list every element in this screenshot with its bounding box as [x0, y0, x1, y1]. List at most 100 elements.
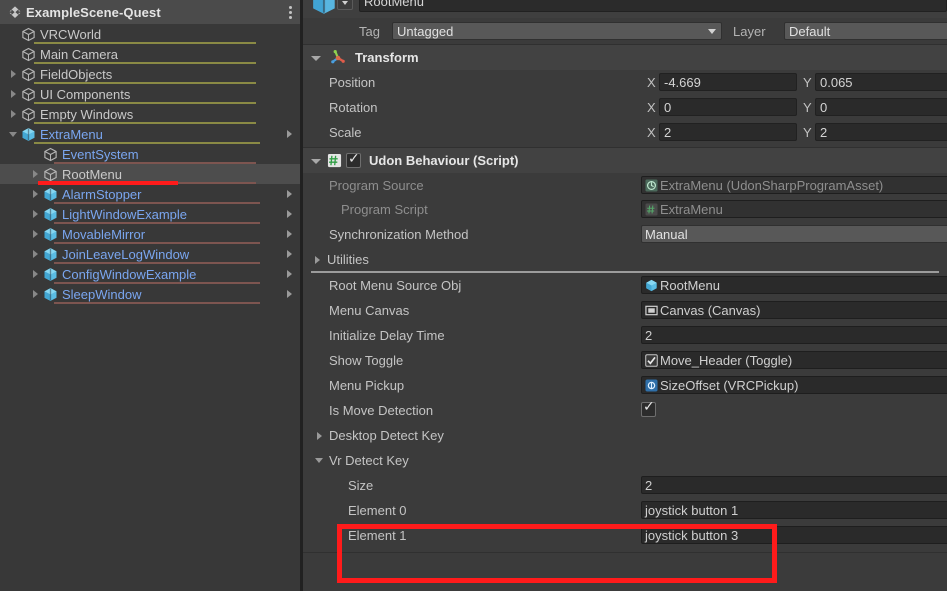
hierarchy-item-movablemirror[interactable]: MovableMirror: [0, 224, 300, 244]
chevron-right-icon[interactable]: [287, 190, 292, 198]
sync-method-row: Synchronization Method Manual: [303, 222, 947, 247]
hierarchy-item-joinleavelogwindow[interactable]: JoinLeaveLogWindow: [0, 244, 300, 264]
menu-pickup-label: Menu Pickup: [329, 378, 405, 393]
chevron-right-icon[interactable]: [315, 256, 320, 264]
transform-scale-y-input[interactable]: 2: [815, 123, 947, 141]
menu-canvas-field[interactable]: Canvas (Canvas): [641, 301, 947, 319]
sync-method-dropdown[interactable]: Manual: [641, 225, 947, 243]
array-element-0-input[interactable]: joystick button 1: [641, 501, 947, 519]
transform-scale-label: Scale: [329, 125, 362, 140]
transform-rotation-x-input[interactable]: 0: [659, 98, 797, 116]
hierarchy-item-alarmstopper[interactable]: AlarmStopper: [0, 184, 300, 204]
udon-enabled-checkbox[interactable]: [346, 151, 361, 168]
hierarchy-item-configwindowexample[interactable]: ConfigWindowExample: [0, 264, 300, 284]
hierarchy-item-sleepwindow[interactable]: SleepWindow: [0, 284, 300, 304]
gameobject-name-input[interactable]: RootMenu: [359, 0, 947, 12]
desktop-detect-key-label: Desktop Detect Key: [329, 428, 444, 443]
chevron-right-icon[interactable]: [30, 188, 42, 200]
transform-component-header[interactable]: Transform: [303, 45, 947, 70]
hierarchy-item-lightwindowexample[interactable]: LightWindowExample: [0, 204, 300, 224]
program-script-label: Program Script: [341, 202, 428, 217]
scene-header-row[interactable]: ExampleScene-Quest: [0, 0, 300, 24]
transform-scale-x-input[interactable]: 2: [659, 123, 797, 141]
program-script-field[interactable]: ExtraMenu: [641, 200, 947, 218]
chevron-right-icon[interactable]: [30, 168, 42, 180]
hierarchy-item-fieldobjects[interactable]: FieldObjects: [0, 64, 300, 84]
hierarchy-item-main-camera[interactable]: Main Camera: [0, 44, 300, 64]
hierarchy-item-empty-windows[interactable]: Empty Windows: [0, 104, 300, 124]
array-element-1-label: Element 1: [348, 528, 407, 543]
initialize-delay-time-field[interactable]: 2: [641, 326, 947, 344]
udon-property-rows: Root Menu Source Obj RootMenu Menu Canvas C…: [303, 273, 947, 423]
transform-position-y-input[interactable]: 0.065: [815, 73, 947, 91]
utilities-row[interactable]: Utilities: [303, 247, 947, 271]
chevron-down-icon[interactable]: [315, 458, 323, 463]
chevron-right-icon[interactable]: [30, 268, 42, 280]
hierarchy-panel[interactable]: ExampleScene-Quest VRCWorld Main Camera Fi…: [0, 0, 300, 591]
tag-dropdown[interactable]: Untagged: [392, 22, 722, 40]
transform-rotation-y-input[interactable]: 0: [815, 98, 947, 116]
udon-component-header[interactable]: Udon Behaviour (Script): [303, 148, 947, 173]
chevron-right-icon[interactable]: [287, 210, 292, 218]
canvas-icon: [645, 304, 658, 317]
transform-title: Transform: [355, 50, 419, 65]
program-source-field[interactable]: ExtraMenu (UdonSharpProgramAsset): [641, 176, 947, 194]
gameobject-icon: [43, 147, 58, 162]
chevron-right-icon[interactable]: [287, 230, 292, 238]
chevron-right-icon[interactable]: [30, 228, 42, 240]
hierarchy-item-extramenu[interactable]: ExtraMenu: [0, 124, 300, 144]
kebab-menu-icon[interactable]: [288, 4, 292, 20]
is-move-detection-checkbox[interactable]: [641, 399, 656, 417]
chevron-right-icon[interactable]: [30, 288, 42, 300]
transform-position-x-input[interactable]: -4.669: [659, 73, 797, 91]
layer-dropdown[interactable]: Default: [784, 22, 947, 40]
prefab-icon: [43, 207, 58, 222]
chevron-right-icon[interactable]: [8, 88, 20, 100]
menu-pickup-field[interactable]: SizeOffset (VRCPickup): [641, 376, 947, 394]
chevron-right-icon[interactable]: [287, 250, 292, 258]
transform-row-scale: Scale X 2 Y 2: [303, 120, 947, 145]
chevron-right-icon[interactable]: [30, 248, 42, 260]
chevron-right-icon[interactable]: [30, 208, 42, 220]
chevron-right-icon[interactable]: [287, 270, 292, 278]
show-toggle-label: Show Toggle: [329, 353, 404, 368]
chevron-down-icon[interactable]: [311, 52, 323, 64]
root-menu-source-obj-field[interactable]: RootMenu: [641, 276, 947, 294]
gameobject-icon: [21, 27, 36, 42]
tag-label: Tag: [359, 23, 380, 39]
hierarchy-item-vrcworld[interactable]: VRCWorld: [0, 24, 300, 44]
menu-canvas-value: Canvas (Canvas): [660, 302, 761, 318]
chevron-right-icon[interactable]: [287, 290, 292, 298]
gameobject-icon: [21, 47, 36, 62]
chevron-down-icon[interactable]: [8, 128, 20, 140]
property-row-initialize-delay-time: Initialize Delay Time 2: [303, 323, 947, 348]
chevron-right-icon[interactable]: [287, 130, 292, 138]
chevron-down-icon[interactable]: [311, 155, 323, 167]
transform-rotation-label: Rotation: [329, 100, 378, 115]
y-axis-label: Y: [803, 100, 812, 115]
vr-detect-key-row[interactable]: Vr Detect Key: [303, 448, 947, 473]
program-script-row: Program Script ExtraMenu: [303, 197, 947, 222]
udonsharp-asset-icon: [645, 178, 658, 192]
hierarchy-item-eventsystem[interactable]: EventSystem: [0, 144, 300, 164]
gameobject-enabled-checkbox[interactable]: [337, 0, 353, 10]
x-axis-label: X: [647, 100, 656, 115]
hierarchy-row-underline: [54, 302, 260, 304]
chevron-right-icon[interactable]: [8, 108, 20, 120]
gameobject-header: RootMenu: [303, 0, 947, 23]
array-element-1-input[interactable]: joystick button 3: [641, 526, 947, 544]
hierarchy-item-ui-components[interactable]: UI Components: [0, 84, 300, 104]
inspector-panel[interactable]: RootMenu Tag Untagged Layer Default Tran…: [303, 0, 947, 591]
transform-axis-icon: [329, 49, 347, 67]
array-size-input[interactable]: 2: [641, 476, 947, 494]
chevron-right-icon[interactable]: [317, 432, 322, 440]
prefab-icon: [21, 127, 36, 142]
chevron-right-icon[interactable]: [8, 68, 20, 80]
prefab-icon: [43, 287, 58, 302]
udon-script-icon: [327, 153, 342, 168]
show-toggle-field[interactable]: Move_Header (Toggle): [641, 351, 947, 369]
property-row-root-menu-source-obj: Root Menu Source Obj RootMenu: [303, 273, 947, 298]
hierarchy-list[interactable]: VRCWorld Main Camera FieldObjects UI Compon…: [0, 24, 300, 304]
desktop-detect-key-row[interactable]: Desktop Detect Key: [303, 423, 947, 448]
twisty-placeholder: [8, 48, 20, 60]
